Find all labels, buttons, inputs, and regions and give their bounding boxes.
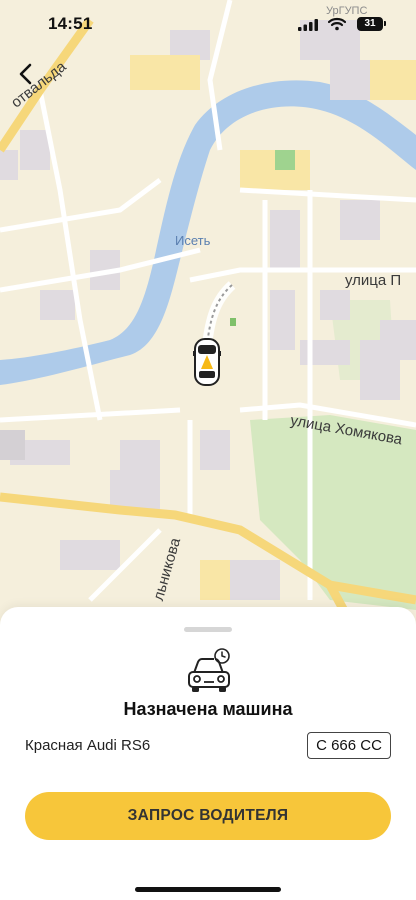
dark-building: [0, 430, 25, 460]
sheet-grabber[interactable]: [184, 627, 232, 632]
home-indicator[interactable]: [135, 887, 281, 892]
license-plate: С 666 СС: [307, 732, 391, 759]
battery-tip: [384, 21, 386, 26]
battery-icon: 31: [357, 17, 383, 31]
status-bar: 14:51 УрГУПС 31: [0, 0, 416, 48]
chevron-left-icon: [19, 63, 32, 85]
car-model: Красная Audi RS6: [25, 737, 151, 754]
cell-signal-icon: [298, 19, 318, 31]
status-time: 14:51: [48, 14, 93, 33]
map-poi-green: [275, 150, 295, 170]
request-driver-button[interactable]: ЗАПРОС ВОДИТЕЛЯ: [25, 792, 391, 840]
bottom-sheet: Назначена машина Красная Audi RS6 С 666 …: [0, 607, 416, 900]
street-label-p: улица П: [345, 272, 402, 289]
map-canvas: [0, 0, 416, 640]
back-button[interactable]: [18, 62, 52, 96]
map-poi: [230, 318, 236, 326]
screen: отвальда Исеть улица П улица Хомякова ль…: [0, 0, 416, 900]
status-carrier: УрГУПС: [326, 5, 368, 17]
river-label: Исеть: [175, 233, 211, 248]
car-clock-icon: [188, 648, 230, 692]
taxi-car-icon[interactable]: [192, 337, 222, 387]
sheet-title: Назначена машина: [123, 699, 293, 719]
map[interactable]: отвальда Исеть улица П улица Хомякова ль…: [0, 0, 416, 640]
route-trail: [202, 281, 236, 346]
wifi-icon: [328, 17, 346, 31]
